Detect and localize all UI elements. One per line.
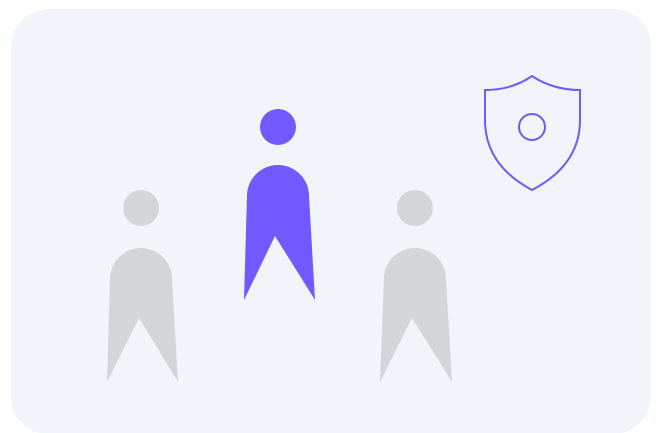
person-center-body <box>244 165 315 300</box>
shield-icon <box>484 74 581 192</box>
person-right <box>380 190 452 382</box>
shield-outline <box>484 74 581 192</box>
person-center-highlighted <box>244 109 315 300</box>
illustration-stage <box>0 0 658 433</box>
person-left-body <box>107 248 178 382</box>
person-center-head <box>260 109 296 145</box>
person-left <box>107 190 178 382</box>
team-security-illustration <box>107 74 581 382</box>
person-right-head <box>397 190 433 226</box>
person-right-body <box>380 248 452 382</box>
person-left-head <box>123 190 159 226</box>
shield-keyhole-circle <box>518 113 546 141</box>
